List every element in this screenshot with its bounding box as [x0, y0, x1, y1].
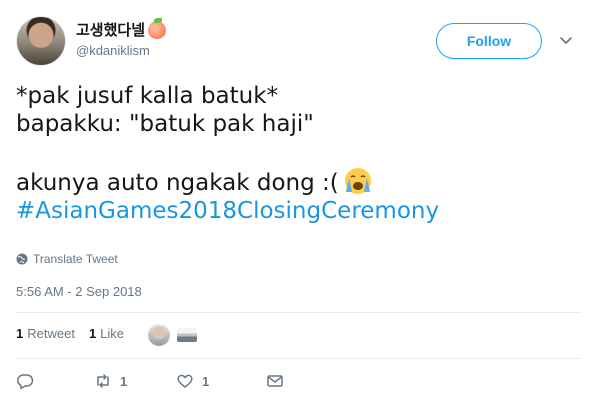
retweet-stat-count: 1	[16, 326, 24, 341]
display-name[interactable]: 고생했다넬	[76, 17, 167, 40]
liker-avatars	[147, 323, 197, 347]
like-count: 1	[202, 373, 210, 389]
message-icon	[267, 375, 283, 387]
user-handle[interactable]: @kdaniklism	[76, 43, 150, 58]
liker-avatar[interactable]	[147, 323, 171, 347]
follow-button[interactable]: Follow	[436, 23, 542, 59]
retweet-count: 1	[120, 373, 128, 389]
direct-message-button[interactable]	[266, 372, 284, 390]
translate-label: Translate Tweet	[33, 252, 118, 266]
like-button[interactable]: 1	[176, 372, 266, 390]
chevron-down-icon[interactable]	[558, 32, 574, 48]
divider	[16, 312, 581, 313]
tweet-actions: 1 1	[16, 372, 284, 390]
tweet-line: akunya auto ngakak dong :(	[16, 170, 339, 196]
liker-avatar[interactable]	[177, 328, 197, 342]
retweet-stat-label: Retweet	[27, 326, 75, 341]
like-stat[interactable]: 1 Like	[89, 326, 124, 341]
tweet-line: *pak jusuf kalla batuk*	[16, 83, 279, 109]
crying-face-emoji	[344, 168, 371, 194]
peach-emoji	[148, 17, 167, 39]
tweet-line: bapakku: "batuk pak haji"	[16, 111, 314, 137]
tweet-stats: 1 Retweet 1 Like	[16, 326, 124, 341]
reply-icon	[17, 374, 34, 390]
divider	[16, 358, 581, 359]
like-icon	[177, 374, 193, 388]
retweet-button[interactable]: 1	[94, 372, 176, 390]
retweet-stat[interactable]: 1 Retweet	[16, 326, 75, 341]
display-name-text: 고생했다넬	[76, 21, 146, 39]
tweet-text: *pak jusuf kalla batuk* bapakku: "batuk …	[16, 82, 576, 225]
like-stat-label: Like	[100, 326, 125, 341]
globe-icon	[16, 253, 28, 265]
hashtag-link[interactable]: #AsianGames2018ClosingCeremony	[16, 197, 576, 225]
tweet-line-with-emoji: akunya auto ngakak dong :(	[16, 166, 576, 197]
avatar[interactable]	[16, 16, 66, 66]
like-stat-count: 1	[88, 326, 97, 341]
translate-tweet-link[interactable]: Translate Tweet	[16, 252, 118, 266]
tweet-timestamp[interactable]: 5:56 AM - 2 Sep 2018	[16, 284, 142, 299]
retweet-icon	[97, 374, 109, 388]
reply-button[interactable]	[16, 372, 94, 390]
